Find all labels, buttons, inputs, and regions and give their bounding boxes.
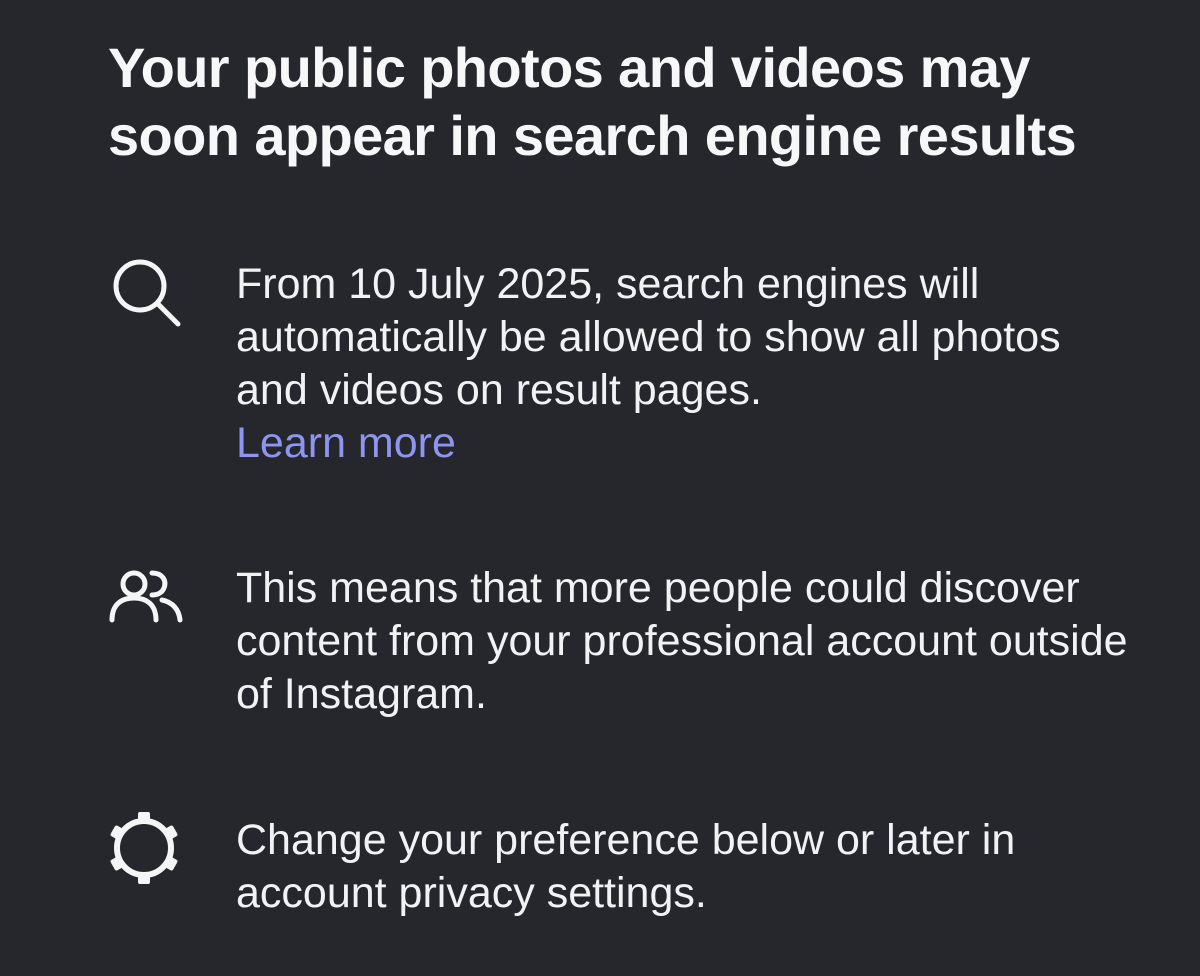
info-item-body: From 10 July 2025, search engines will a… [236,260,1061,414]
info-item-text: This means that more people could discov… [236,564,1128,718]
gear-icon [110,812,178,884]
info-item-text: Change your preference below or later in… [236,816,1016,917]
page-title: Your public photos and videos may soon a… [108,36,1077,167]
info-item-text: From 10 July 2025, search engines will a… [236,258,1136,470]
search-icon [113,259,181,327]
learn-more-link[interactable]: Learn more [236,417,1136,470]
people-icon [109,570,183,623]
